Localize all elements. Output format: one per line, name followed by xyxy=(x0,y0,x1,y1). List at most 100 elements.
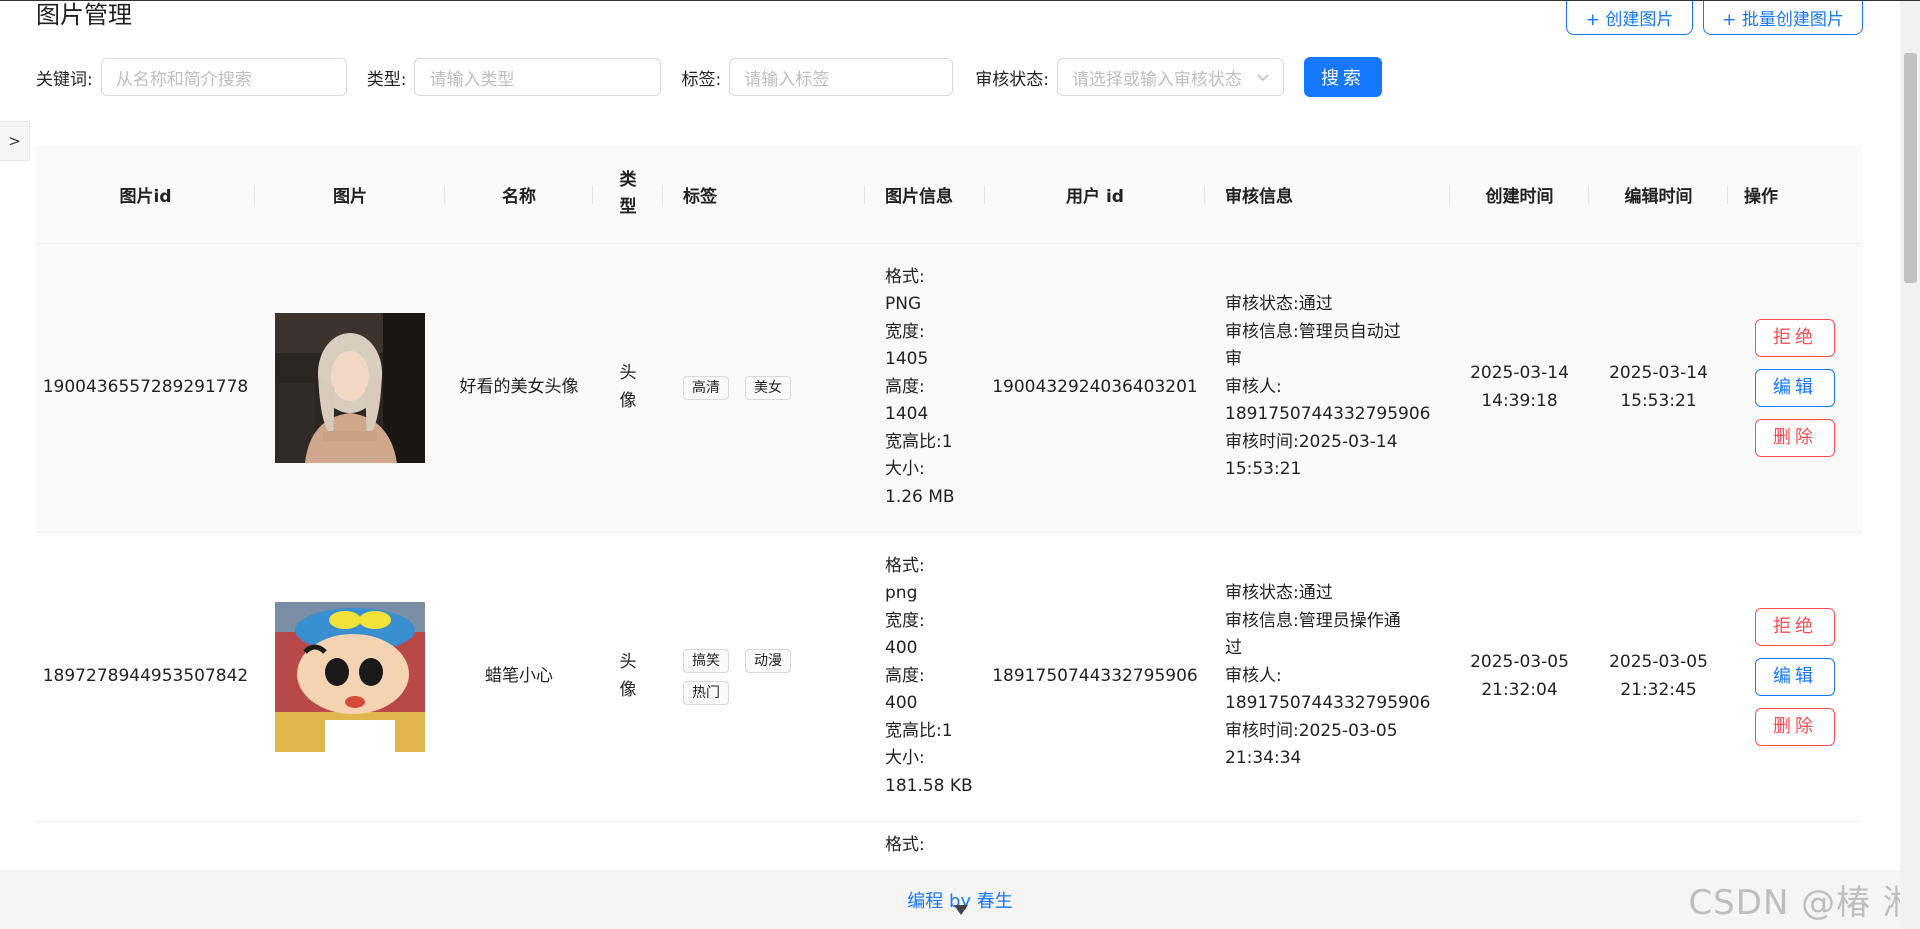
delete-button[interactable]: 删除 xyxy=(1755,418,1835,457)
info-line: 1404 xyxy=(885,404,929,425)
review-line: 15:53:21 xyxy=(1225,459,1302,480)
create-image-button[interactable]: + 创建图片 xyxy=(1566,1,1693,35)
sidebar-toggle-button[interactable]: > xyxy=(0,121,30,161)
created-date: 2025-03-14 xyxy=(1470,363,1569,383)
review-line: 审核状态:通过 xyxy=(1225,583,1333,604)
review-line: 审核信息:管理员操作通 xyxy=(1225,610,1401,631)
type-label: 类型: xyxy=(366,69,407,90)
edited-date: 2025-03-14 xyxy=(1609,363,1708,383)
app-window: 图片管理 + 创建图片 + 批量创建图片 关键词: 从名称和简介搜索 类型: 请… xyxy=(0,0,1920,929)
info-line: 181.58 KB xyxy=(885,775,973,796)
col-header-image: 图片 xyxy=(255,146,445,244)
vertical-scrollbar[interactable] xyxy=(1900,1,1920,929)
info-line: 宽度: xyxy=(885,321,925,342)
created-date: 2025-03-05 xyxy=(1470,652,1569,672)
tag-label: 标签: xyxy=(681,69,722,90)
edit-button[interactable]: 编辑 xyxy=(1755,368,1835,407)
cell-info: 格式: PNG 宽度: 1405 高度: 1404 宽高比:1 大小: 1.26… xyxy=(865,243,985,533)
review-line: 21:34:34 xyxy=(1225,748,1302,769)
cell-info: 格式: png 宽度: 400 高度: 400 宽高比:1 大小: 181.58… xyxy=(865,532,985,822)
cell-edited: 2025-03-14 15:53:21 xyxy=(1589,243,1728,533)
search-button[interactable]: 搜索 xyxy=(1303,57,1382,97)
type-input[interactable]: 请输入类型 xyxy=(414,58,662,96)
delete-button[interactable]: 删除 xyxy=(1755,707,1835,746)
info-line: 高度: xyxy=(885,665,925,686)
image-table: 图片id 图片 名称 类型 标签 图片信息 用户 id 审核信息 创建时间 编辑… xyxy=(36,146,1862,882)
review-line: 过 xyxy=(1225,638,1242,659)
info-line: 高度: xyxy=(885,376,925,397)
keyword-input[interactable]: 从名称和简介搜索 xyxy=(100,58,347,96)
cell-tags: 搞笑 动漫 热门 xyxy=(663,532,865,822)
cell-created: 2025-03-14 14:39:18 xyxy=(1450,243,1589,533)
batch-create-image-button[interactable]: + 批量创建图片 xyxy=(1703,1,1863,35)
col-header-info: 图片信息 xyxy=(865,146,985,244)
review-line: 审核人: xyxy=(1225,376,1282,397)
cell-user-id: 1891750744332795906 xyxy=(985,532,1205,822)
scrollbar-thumb[interactable] xyxy=(1904,53,1917,283)
review-line: 审核信息:管理员自动过 xyxy=(1225,321,1401,342)
chevron-down-icon[interactable] xyxy=(951,904,971,924)
col-header-user: 用户 id xyxy=(985,146,1205,244)
cell-user-id: 1900432924036403201 xyxy=(985,243,1205,533)
info-line: 1405 xyxy=(885,349,929,370)
cell-name: 蜡笔小心 xyxy=(445,532,593,822)
edited-date: 2025-03-05 xyxy=(1609,652,1708,672)
review-line: 审核时间:2025-03-14 xyxy=(1225,431,1398,452)
review-line: 1891750744332795906 xyxy=(1225,693,1431,714)
review-status-placeholder: 请选择或输入审核状态 xyxy=(1071,69,1242,90)
review-line: 1891750744332795906 xyxy=(1225,404,1431,425)
created-time: 14:39:18 xyxy=(1481,390,1558,411)
image-thumbnail[interactable] xyxy=(275,601,425,752)
info-line: 400 xyxy=(885,693,918,714)
cell-image xyxy=(255,243,445,533)
tag-badge: 美女 xyxy=(745,375,791,400)
reject-button[interactable]: 拒绝 xyxy=(1755,318,1835,357)
image-thumbnail[interactable] xyxy=(275,312,425,463)
info-line: 400 xyxy=(885,638,918,659)
keyword-label: 关键词: xyxy=(36,69,93,90)
review-line: 审核时间:2025-03-05 xyxy=(1225,720,1398,741)
edited-time: 21:32:45 xyxy=(1620,679,1697,700)
reject-button[interactable]: 拒绝 xyxy=(1755,607,1835,646)
review-line: 审核人: xyxy=(1225,665,1282,686)
cell-type: 头像 xyxy=(593,243,663,533)
tag-badge: 搞笑 xyxy=(683,648,729,673)
col-header-tags: 标签 xyxy=(663,146,865,244)
table-header-row: 图片id 图片 名称 类型 标签 图片信息 用户 id 审核信息 创建时间 编辑… xyxy=(36,146,1862,244)
search-form: 关键词: 从名称和简介搜索 类型: 请输入类型 标签: 请输入标签 审核状态: … xyxy=(36,57,1382,97)
info-line: 宽高比:1 xyxy=(885,720,953,741)
cell-image xyxy=(255,532,445,822)
col-header-type: 类型 xyxy=(593,146,663,244)
cell-edited: 2025-03-05 21:32:45 xyxy=(1589,532,1728,822)
chevron-down-icon xyxy=(1257,67,1269,87)
col-header-id: 图片id xyxy=(36,146,255,244)
cell-review: 审核状态:通过 审核信息:管理员自动过 审 审核人: 1891750744332… xyxy=(1205,243,1450,533)
edit-button[interactable]: 编辑 xyxy=(1755,657,1835,696)
watermark: CSDN @椿 淞 xyxy=(1688,883,1918,923)
info-line: 大小: xyxy=(885,748,925,769)
info-line: 格式: xyxy=(885,266,925,287)
tag-badge: 高清 xyxy=(683,375,729,400)
cell-tags: 高清 美女 xyxy=(663,243,865,533)
cell-type: 头像 xyxy=(593,532,663,822)
col-header-name: 名称 xyxy=(445,146,593,244)
edited-time: 15:53:21 xyxy=(1620,390,1697,411)
cell-name: 好看的美女头像 xyxy=(445,243,593,533)
review-status-select[interactable]: 请选择或输入审核状态 xyxy=(1056,58,1284,96)
table-row: 1897278944953507842 蜡笔小心 头像 搞笑 动漫 热门 格式:… xyxy=(36,532,1862,822)
info-line: 1.26 MB xyxy=(885,486,955,507)
page-title: 图片管理 xyxy=(36,1,132,29)
info-line: PNG xyxy=(885,294,922,315)
created-time: 21:32:04 xyxy=(1481,679,1558,700)
review-line: 审 xyxy=(1225,349,1242,370)
cell-id: 1897278944953507842 xyxy=(36,532,255,822)
cell-review: 审核状态:通过 审核信息:管理员操作通 过 审核人: 1891750744332… xyxy=(1205,532,1450,822)
review-line: 审核状态:通过 xyxy=(1225,294,1333,315)
tag-input[interactable]: 请输入标签 xyxy=(729,58,954,96)
info-line: 宽高比:1 xyxy=(885,431,953,452)
col-header-review: 审核信息 xyxy=(1205,146,1450,244)
info-line: png xyxy=(885,583,918,604)
col-header-actions: 操作 xyxy=(1728,146,1862,244)
cell-id: 1900436557289291778 xyxy=(36,243,255,533)
cell-created: 2025-03-05 21:32:04 xyxy=(1450,532,1589,822)
